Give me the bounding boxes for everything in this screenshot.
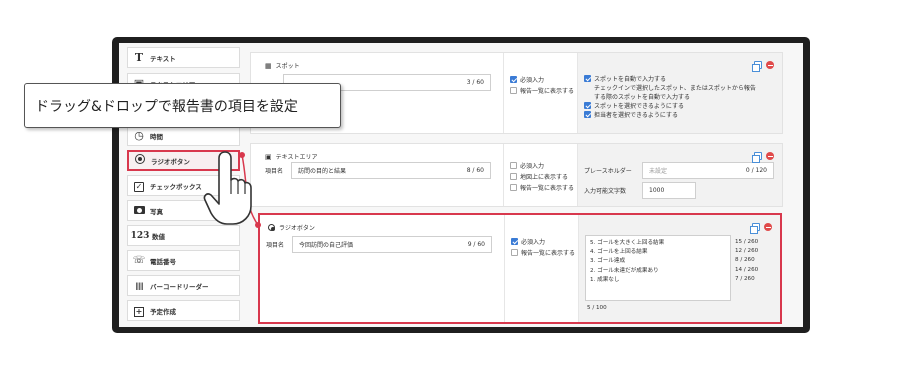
- delete-icon[interactable]: [766, 61, 774, 69]
- text-T-icon: T: [134, 51, 144, 64]
- list-option[interactable]: 報告一覧に表示する: [510, 85, 575, 96]
- palette-item-number[interactable]: 123 数値: [127, 225, 240, 246]
- clock-icon: ◷: [134, 129, 144, 142]
- radio-options: 必須入力 報告一覧に表示する: [504, 215, 576, 322]
- placeholder-input[interactable]: 未設定 0 / 120: [642, 162, 774, 179]
- checkbox[interactable]: [510, 162, 517, 169]
- char-count: 3 / 60: [466, 79, 484, 86]
- choices-textarea[interactable]: 5. ゴールを大きく上回る結果 4. ゴールを上回る結果 3. ゴール達成 2.…: [585, 235, 731, 301]
- palette-item-barcode[interactable]: ||||| バーコードリーダー: [127, 275, 240, 296]
- textarea-options: 必須入力 地図上に表示する 報告一覧に表示する: [503, 144, 575, 206]
- item-name-input[interactable]: 訪問の目的と結果 8 / 60: [291, 162, 491, 179]
- barcode-icon: |||||: [135, 281, 144, 290]
- choice-counts: 15 / 260 12 / 260 8 / 260 14 / 260 7 / 2…: [735, 239, 759, 282]
- checkbox[interactable]: [510, 173, 517, 180]
- checkbox-icon: ✓: [134, 182, 144, 192]
- checkbox[interactable]: [511, 249, 518, 256]
- maxlen-input[interactable]: 1000: [642, 182, 696, 199]
- checkbox-checked[interactable]: [584, 102, 591, 109]
- spot-options: 必須入力 報告一覧に表示する: [503, 53, 575, 133]
- radio-icon: [135, 154, 145, 164]
- number-icon: 123: [130, 230, 150, 241]
- palette-item-time[interactable]: ◷ 時間: [127, 125, 240, 146]
- card-title: テキストエリア: [275, 154, 318, 161]
- delete-icon[interactable]: [766, 152, 774, 160]
- palette-item-text[interactable]: T テキスト: [127, 47, 240, 68]
- phone-icon: ☏: [132, 255, 146, 266]
- char-count: 0 / 120: [745, 167, 767, 174]
- drag-drop-callout: ドラッグ&ドロップで報告書の項目を設定: [24, 83, 341, 128]
- camera-icon: [133, 206, 145, 214]
- callout-text: ドラッグ&ドロップで報告書の項目を設定: [35, 98, 298, 115]
- checkbox-checked[interactable]: [510, 76, 517, 83]
- spot-icon: ▦: [265, 61, 272, 70]
- schedule-icon: +: [134, 307, 144, 317]
- placeholder-label: プレースホルダー: [584, 168, 632, 175]
- radio-card[interactable]: ラジオボタン 項目名 今回訪問の自己評価 9 / 60 必須入力 報告一覧に表示…: [258, 213, 782, 324]
- item-name-label: 項目名: [266, 242, 285, 249]
- checkbox-checked[interactable]: [511, 238, 518, 245]
- textarea-settings: プレースホルダー 未設定 0 / 120 入力可能文字数 1000: [577, 144, 782, 206]
- hand-cursor-icon: [203, 151, 252, 225]
- palette-item-phone[interactable]: ☏ 電話番号: [127, 250, 240, 271]
- palette-item-schedule[interactable]: + 予定作成: [127, 300, 240, 321]
- char-count: 8 / 60: [466, 167, 484, 174]
- maxlen-label: 入力可能文字数: [584, 188, 627, 195]
- choice-total: 5 / 100: [587, 305, 607, 311]
- item-name-input[interactable]: 今回訪問の自己評価 9 / 60: [292, 236, 492, 253]
- delete-icon[interactable]: [764, 223, 772, 231]
- copy-icon[interactable]: [752, 152, 762, 163]
- copy-icon[interactable]: [750, 223, 760, 234]
- card-title: スポット: [275, 63, 300, 70]
- card-title: ラジオボタン: [279, 225, 315, 232]
- textarea-card[interactable]: ▣ テキストエリア 項目名 訪問の目的と結果 8 / 60 必須入力 地図上に表…: [250, 143, 783, 207]
- required-option[interactable]: 必須入力: [510, 74, 575, 85]
- checkbox[interactable]: [510, 184, 517, 191]
- checkbox-checked[interactable]: [584, 75, 591, 82]
- char-count: 9 / 60: [467, 241, 485, 248]
- checkbox-checked[interactable]: [584, 111, 591, 118]
- checkbox[interactable]: [510, 87, 517, 94]
- copy-icon[interactable]: [752, 61, 762, 72]
